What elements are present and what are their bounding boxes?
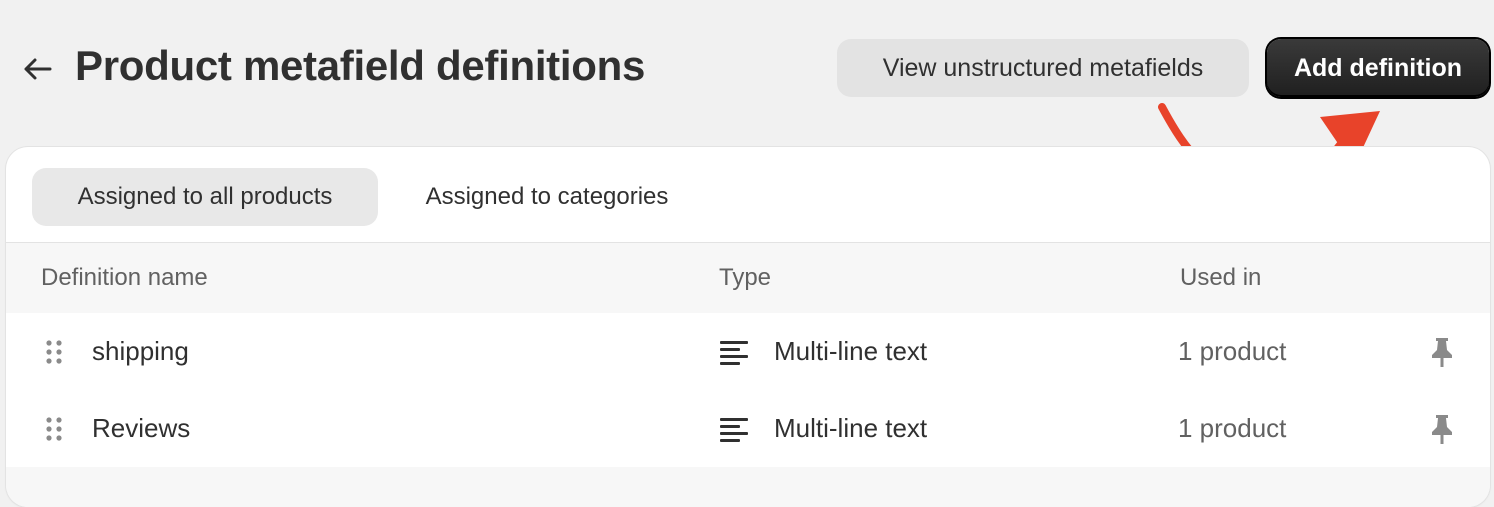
add-definition-button[interactable]: Add definition bbox=[1267, 39, 1489, 97]
definition-name: shipping bbox=[92, 336, 189, 366]
arrow-left-icon bbox=[24, 58, 52, 80]
pin-icon[interactable] bbox=[1426, 313, 1458, 390]
metafield-definitions-card: Assigned to all products Assigned to cat… bbox=[6, 147, 1490, 507]
table-row[interactable]: shipping Multi-line text 1 product bbox=[6, 313, 1490, 391]
multi-line-text-icon bbox=[718, 390, 750, 467]
tab-assigned-to-all-products[interactable]: Assigned to all products bbox=[32, 168, 378, 226]
multi-line-text-icon bbox=[718, 313, 750, 390]
page-title: Product metafield definitions bbox=[75, 42, 646, 89]
tab-assigned-to-categories[interactable]: Assigned to categories bbox=[392, 168, 702, 226]
view-unstructured-metafields-button[interactable]: View unstructured metafields bbox=[837, 39, 1249, 97]
pin-icon[interactable] bbox=[1426, 390, 1458, 467]
column-header-used-in[interactable]: Used in bbox=[1180, 243, 1261, 313]
definition-type: Multi-line text bbox=[774, 413, 928, 443]
column-header-type[interactable]: Type bbox=[719, 243, 771, 313]
table-header: Definition name Type Used in bbox=[6, 242, 1490, 314]
definition-name: Reviews bbox=[92, 413, 191, 443]
used-in-count[interactable]: 1 product bbox=[1178, 313, 1286, 390]
table-footer-row bbox=[6, 467, 1490, 507]
drag-handle-icon[interactable] bbox=[44, 313, 64, 390]
table-row[interactable]: Reviews Multi-line text 1 product bbox=[6, 390, 1490, 468]
definition-type: Multi-line text bbox=[774, 336, 928, 366]
back-button[interactable] bbox=[18, 50, 56, 88]
drag-handle-icon[interactable] bbox=[44, 390, 64, 467]
used-in-count[interactable]: 1 product bbox=[1178, 390, 1286, 467]
column-header-definition-name[interactable]: Definition name bbox=[41, 243, 208, 313]
